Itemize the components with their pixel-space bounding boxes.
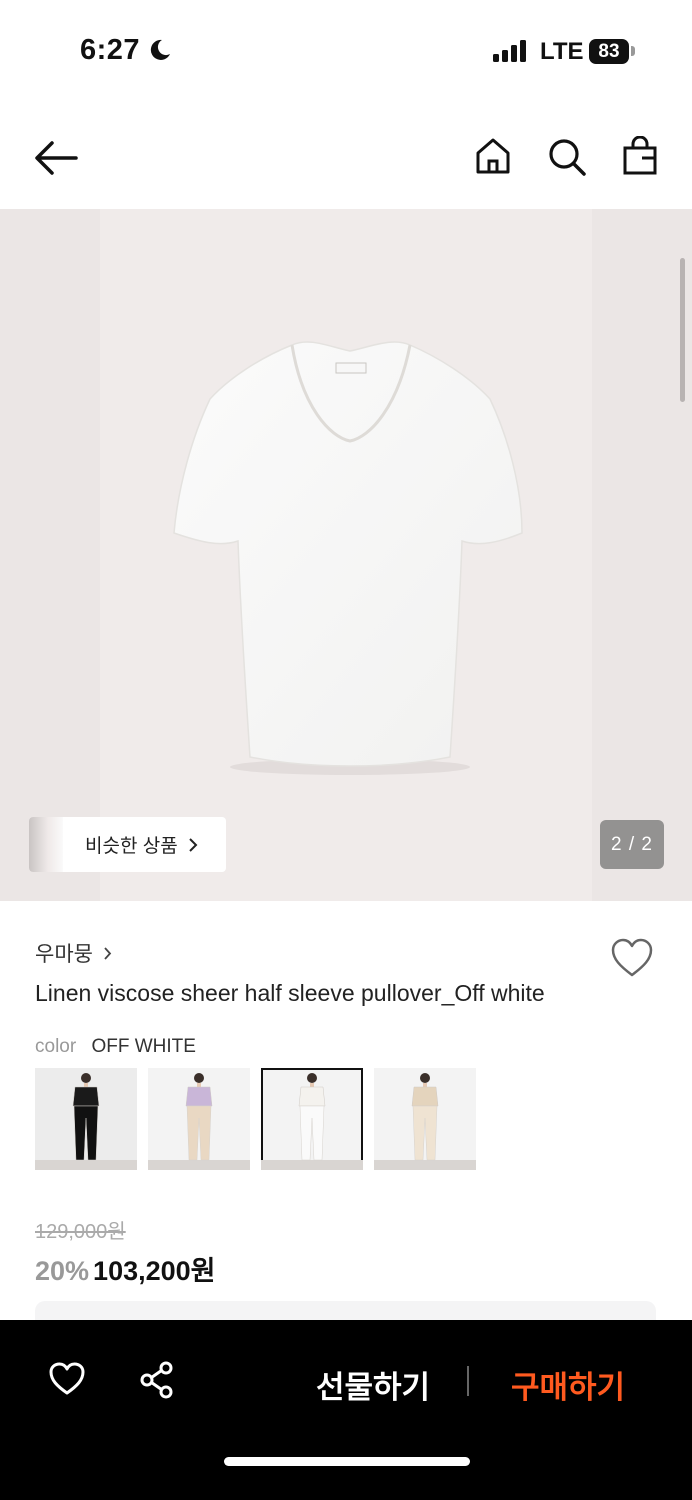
shopping-bag-icon[interactable] [622,136,658,176]
home-indicator[interactable] [224,1457,470,1466]
arrow-left-icon[interactable] [34,138,78,178]
home-icon[interactable] [474,137,512,175]
color-swatch[interactable] [261,1068,363,1170]
search-icon[interactable] [547,137,587,177]
gift-button[interactable]: 선물하기 [316,1362,430,1407]
brand-name: 우마뭉 [35,943,93,966]
discount-rate: 20% [35,1256,90,1286]
sale-price: 103,200원 [93,1256,216,1286]
model-figure [411,1073,439,1161]
status-bar: 6:27 LTE 83 [0,0,692,104]
color-swatch[interactable] [148,1068,250,1170]
similar-thumbnail [29,817,63,872]
top-nav [0,104,692,209]
chevron-right-icon [188,837,198,852]
similar-products-label: 비슷한 상품 [85,836,178,857]
color-swatch[interactable] [374,1068,476,1170]
color-swatches [35,1068,476,1170]
product-title: Linen viscose sheer half sleeve pullover… [35,980,545,1006]
brand-link[interactable]: 우마뭉 [35,938,112,968]
product-shirt-image [173,341,523,775]
divider [467,1366,469,1396]
network-type: LTE [540,38,584,65]
chevron-right-icon [104,946,112,960]
color-key: color [35,1036,77,1057]
similar-products-button[interactable]: 비슷한 상품 [29,817,226,872]
original-price: 129,000원 [35,1221,126,1243]
battery-tip [631,46,635,56]
status-time: 6:27 [80,34,141,66]
image-backdrop [592,209,692,901]
moon-icon [150,39,170,60]
scrollbar[interactable] [680,258,685,402]
product-image-carousel[interactable]: 비슷한 상품 2 / 2 [0,209,692,901]
image-backdrop [0,209,100,901]
model-figure [72,1073,100,1161]
color-value: OFF WHITE [91,1036,196,1057]
heart-icon[interactable] [610,938,654,978]
image-pager: 2 / 2 [600,820,664,869]
heart-icon[interactable] [48,1362,86,1396]
color-swatch[interactable] [35,1068,137,1170]
bottom-action-bar: 선물하기 구매하기 [0,1320,692,1500]
share-icon[interactable] [139,1361,175,1399]
cellular-signal-icon [493,40,526,62]
price-row: 20% 103,200원 [35,1249,216,1288]
battery-icon: 83 [589,39,629,64]
model-figure [185,1073,213,1161]
color-option: color OFF WHITE [35,1036,196,1058]
buy-button[interactable]: 구매하기 [511,1362,625,1407]
model-figure [298,1073,326,1161]
